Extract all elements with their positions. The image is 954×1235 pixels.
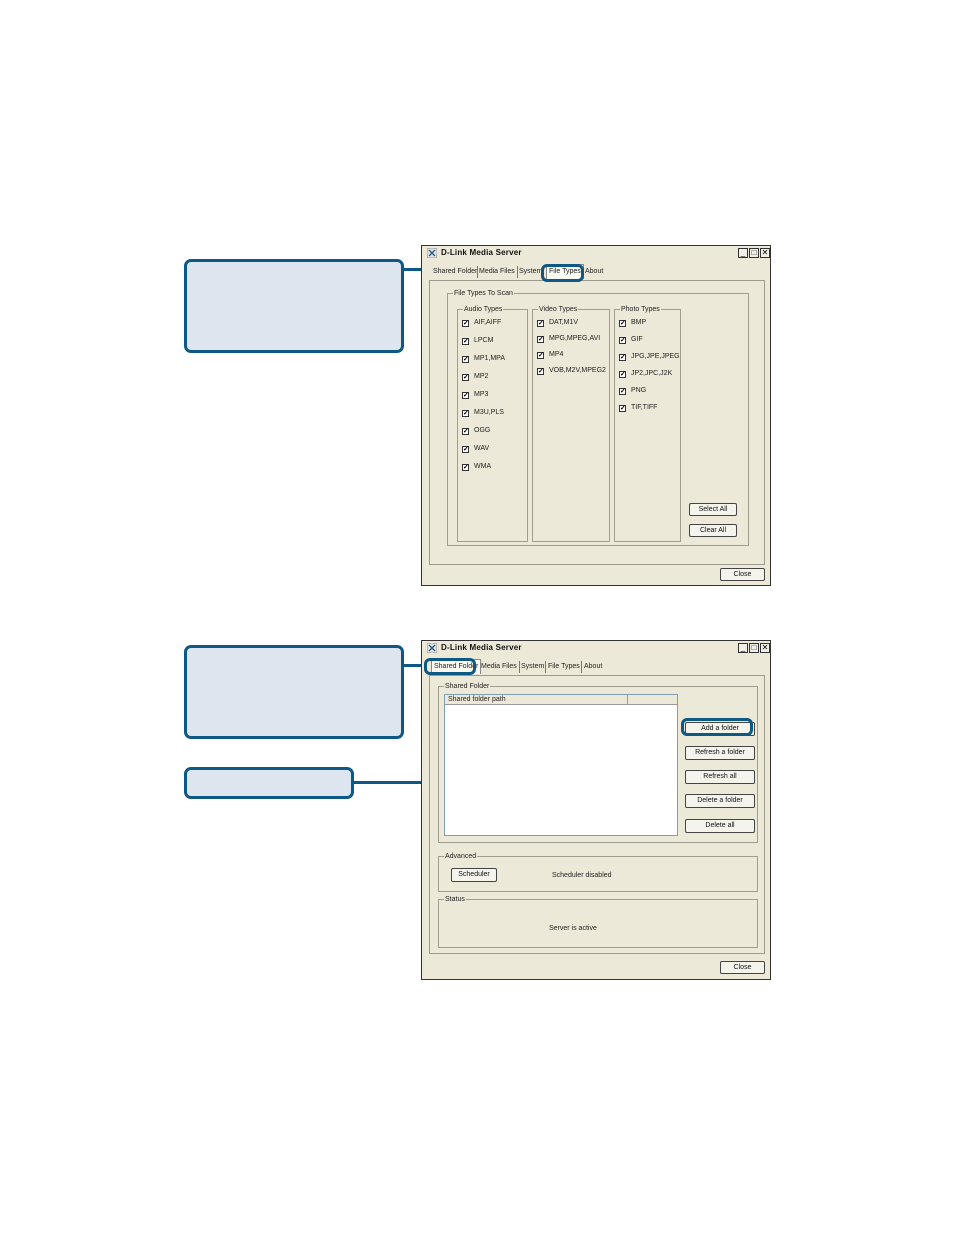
group-label: Status	[444, 895, 466, 904]
clear-all-button[interactable]: Clear All	[689, 524, 737, 537]
close-button[interactable]: Close	[720, 568, 765, 581]
highlight-shared-folder-tab	[424, 658, 476, 675]
checkbox[interactable]: ✓	[537, 336, 544, 343]
checkbox[interactable]: ✓	[462, 464, 469, 471]
tab-shared-folder[interactable]: Shared Folder	[433, 266, 478, 278]
checkbox[interactable]: ✓	[462, 392, 469, 399]
group-label: File Types To Scan	[453, 289, 514, 298]
checkbox[interactable]: ✓	[619, 337, 626, 344]
tab-system[interactable]: System	[519, 266, 543, 278]
callout-box-file-types	[184, 259, 404, 353]
title-bar[interactable]: D-Link Media Server _ □ ✕	[422, 641, 770, 655]
highlight-file-types-tab	[541, 264, 584, 282]
checkbox-label: TIF,TIFF	[631, 404, 658, 411]
checkbox-label: WMA	[474, 463, 492, 470]
file-types-group: File Types To Scan Audio Types ✓ AIF,AIFF…	[447, 289, 749, 546]
column-header-shared-folder-path[interactable]: Shared folder path	[445, 695, 628, 705]
checkbox-label: OGG	[474, 427, 491, 434]
tab-panel: Shared Folder Shared folder path Add a f…	[429, 675, 765, 954]
tab-media-files[interactable]: Media Files	[479, 266, 518, 278]
group-label: Advanced	[444, 852, 478, 861]
callout-box-shared-folder	[184, 645, 404, 739]
photo-types-group: Photo Types ✓ BMP ✓ GIF ✓ JPG,JPE,JPEG ✓ JP2,JP…	[614, 305, 681, 542]
tab-system[interactable]: System	[521, 661, 546, 673]
checkbox-label: MP3	[474, 391, 489, 398]
checkbox-label: BMP	[631, 319, 647, 326]
app-icon	[427, 643, 437, 653]
media-server-window-file-types: D-Link Media Server _ □ ✕ Shared Folder …	[421, 245, 771, 586]
checkbox[interactable]: ✓	[619, 354, 626, 361]
checkbox-label: MP1,MPA	[474, 355, 505, 362]
checkbox[interactable]: ✓	[462, 446, 469, 453]
delete-all-button[interactable]: Delete all	[685, 819, 755, 833]
media-server-window-shared-folder: D-Link Media Server _ □ ✕ Shared Folder …	[421, 640, 771, 980]
column-header[interactable]	[628, 695, 678, 705]
group-label: Video Types	[538, 305, 579, 314]
checkbox[interactable]: ✓	[619, 405, 626, 412]
advanced-group: Advanced Scheduler Scheduler disabled	[438, 852, 758, 892]
refresh-all-button[interactable]: Refresh all	[685, 770, 755, 784]
scheduler-button[interactable]: Scheduler	[451, 868, 497, 882]
checkbox-label: PNG	[631, 387, 647, 394]
checkbox-label: GIF	[631, 336, 643, 343]
checkbox[interactable]: ✓	[537, 320, 544, 327]
checkbox-label: LPCM	[474, 337, 494, 344]
checkbox-label: MPG,MPEG,AVI	[549, 335, 601, 342]
callout-box-add-folder	[184, 767, 354, 799]
checkbox[interactable]: ✓	[537, 352, 544, 359]
title-bar[interactable]: D-Link Media Server _ □ ✕	[422, 246, 770, 260]
checkbox[interactable]: ✓	[462, 374, 469, 381]
delete-folder-button[interactable]: Delete a folder	[685, 794, 755, 808]
tab-media-files[interactable]: Media Files	[481, 661, 520, 673]
checkbox-label: MP2	[474, 373, 489, 380]
checkbox[interactable]: ✓	[619, 320, 626, 327]
shared-folder-group: Shared Folder Shared folder path Add a f…	[438, 682, 758, 843]
maximize-button[interactable]: □	[749, 643, 759, 653]
group-label: Shared Folder	[444, 682, 491, 691]
checkbox[interactable]: ✓	[462, 320, 469, 327]
minimize-button[interactable]: _	[738, 248, 748, 258]
checkbox[interactable]: ✓	[462, 410, 469, 417]
server-status-text: Server is active	[549, 925, 597, 932]
tab-panel: File Types To Scan Audio Types ✓ AIF,AIFF…	[429, 280, 765, 565]
tab-about[interactable]: About	[585, 266, 603, 278]
checkbox[interactable]: ✓	[619, 371, 626, 378]
checkbox[interactable]: ✓	[619, 388, 626, 395]
checkbox[interactable]: ✓	[462, 338, 469, 345]
audio-types-group: Audio Types ✓ AIF,AIFF ✓ LPCM ✓ MP1,MPA ✓ MP2 ✓ M…	[457, 305, 528, 542]
window-title: D-Link Media Server	[441, 643, 522, 652]
scheduler-status-text: Scheduler disabled	[552, 872, 612, 879]
tab-about[interactable]: About	[584, 661, 602, 673]
minimize-button[interactable]: _	[738, 643, 748, 653]
app-icon	[427, 248, 437, 258]
checkbox-label: MP4	[549, 351, 564, 358]
checkbox[interactable]: ✓	[462, 356, 469, 363]
checkbox-label: JP2,JPC,J2K	[631, 370, 673, 377]
close-button[interactable]: Close	[720, 961, 765, 974]
shared-folder-list[interactable]: Shared folder path	[444, 694, 678, 836]
status-group: Status Server is active	[438, 895, 758, 948]
select-all-button[interactable]: Select All	[689, 503, 737, 516]
checkbox[interactable]: ✓	[462, 428, 469, 435]
checkbox-label: M3U,PLS	[474, 409, 504, 416]
group-label: Audio Types	[463, 305, 504, 314]
checkbox-label: VOB,M2V,MPEG2	[549, 367, 606, 374]
checkbox-label: JPG,JPE,JPEG	[631, 353, 680, 360]
group-label: Photo Types	[620, 305, 661, 314]
close-window-button[interactable]: ✕	[760, 643, 770, 653]
video-types-group: Video Types ✓ DAT,M1V ✓ MPG,MPEG,AVI ✓ MP4 ✓ VO…	[532, 305, 610, 542]
maximize-button[interactable]: □	[749, 248, 759, 258]
refresh-folder-button[interactable]: Refresh a folder	[685, 746, 755, 760]
checkbox-label: AIF,AIFF	[474, 319, 502, 326]
checkbox[interactable]: ✓	[537, 368, 544, 375]
checkbox-label: DAT,M1V	[549, 319, 579, 326]
tab-file-types[interactable]: File Types	[548, 661, 582, 673]
window-title: D-Link Media Server	[441, 248, 522, 257]
checkbox-label: WAV	[474, 445, 490, 452]
highlight-add-folder-button	[681, 718, 753, 736]
close-window-button[interactable]: ✕	[760, 248, 770, 258]
